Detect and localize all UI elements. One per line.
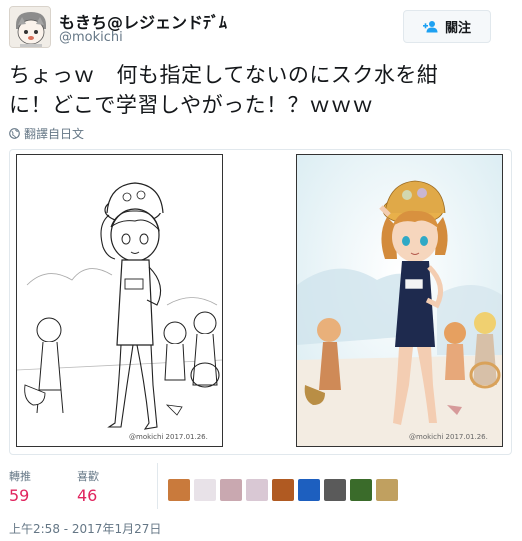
screen-name[interactable]: @mokichi xyxy=(59,30,123,45)
lineart-image[interactable]: @mokichi 2017.01.26. xyxy=(16,154,223,447)
liker-avatar[interactable] xyxy=(194,479,216,501)
liker-avatar[interactable] xyxy=(220,479,242,501)
follow-button[interactable]: 關注 xyxy=(403,10,491,43)
tweet-text: ちょっｗ 何も指定してないのにスク水を紺 に！どこで学習しやがった！？ｗｗｗ xyxy=(9,60,509,120)
follow-label: 關注 xyxy=(444,21,471,36)
liker-avatar[interactable] xyxy=(246,479,268,501)
liker-avatar[interactable] xyxy=(376,479,398,501)
globe-icon xyxy=(9,128,20,139)
likes-label: 喜歡 xyxy=(77,470,99,483)
likes-stat[interactable]: 喜歡 46 xyxy=(77,468,99,505)
retweets-count: 59 xyxy=(9,486,30,505)
tweet-text-line-1: ちょっｗ 何も指定してないのにスク水を紺 xyxy=(9,63,439,87)
liker-avatar[interactable] xyxy=(298,479,320,501)
colored-image[interactable]: @mokichi 2017.01.26. xyxy=(296,154,503,447)
liker-avatar[interactable] xyxy=(350,479,372,501)
translate-link[interactable]: 翻譯自日文 xyxy=(9,125,84,142)
likers-avatars xyxy=(157,463,398,509)
translate-label: 翻譯自日文 xyxy=(24,127,85,141)
retweets-stat[interactable]: 轉推 59 xyxy=(9,468,31,505)
likes-count: 46 xyxy=(77,486,98,505)
colored-signature: @mokichi 2017.01.26. xyxy=(409,433,488,441)
retweets-label: 轉推 xyxy=(9,470,31,483)
tweet-media[interactable]: @mokichi 2017.01.26. @mokichi 2017.01.26… xyxy=(9,149,512,455)
avatar[interactable] xyxy=(9,6,51,48)
lineart-signature: @mokichi 2017.01.26. xyxy=(129,433,208,441)
liker-avatar[interactable] xyxy=(272,479,294,501)
tweet-text-line-2: に！どこで学習しやがった！？ｗｗｗ xyxy=(9,93,374,117)
liker-avatar[interactable] xyxy=(168,479,190,501)
add-user-icon xyxy=(422,20,439,33)
tweet-stats: 轉推 59 喜歡 46 xyxy=(9,468,145,505)
liker-avatar[interactable] xyxy=(324,479,346,501)
tweet-timestamp[interactable]: 上午2:58 - 2017年1月27日 xyxy=(9,520,161,537)
